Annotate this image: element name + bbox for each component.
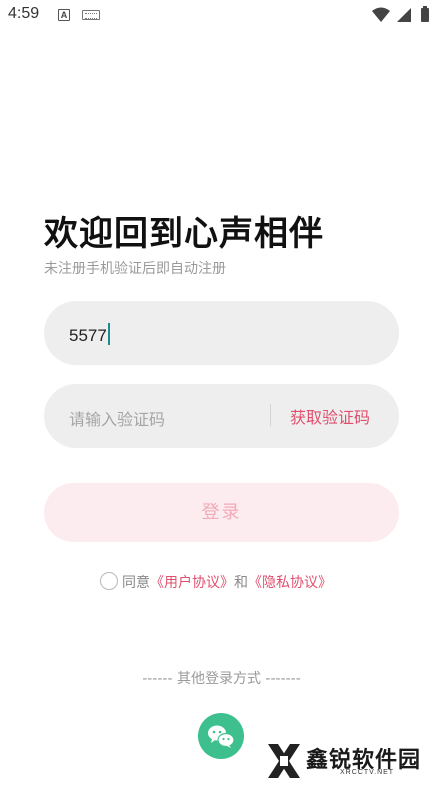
wechat-login-button[interactable] xyxy=(198,713,244,759)
wifi-icon xyxy=(372,7,390,22)
status-time: 4:59 xyxy=(8,5,40,22)
field-divider xyxy=(270,404,271,426)
watermark-sub: XRCCTV.NET xyxy=(340,769,395,776)
phone-input-value: 5577 xyxy=(69,323,110,346)
watermark-logo-icon xyxy=(268,744,300,778)
verification-code-field[interactable]: 请输入验证码 获取验证码 xyxy=(44,384,399,448)
agreement-text: 同意《用户协议》和《隐私协议》 xyxy=(122,572,332,592)
page-title: 欢迎回到心声相伴 xyxy=(44,214,324,254)
a-notification-icon: A xyxy=(58,9,70,21)
cellular-signal-icon xyxy=(397,8,411,22)
status-bar: 4:59 A xyxy=(0,0,443,30)
privacy-agreement-link[interactable]: 《隐私协议》 xyxy=(248,575,332,591)
other-login-title: ------ 其他登录方式 ------- xyxy=(142,671,301,687)
get-code-button[interactable]: 获取验证码 xyxy=(290,404,370,428)
login-button[interactable]: 登录 xyxy=(44,483,399,542)
agreement-and: 和 xyxy=(234,575,248,591)
verification-code-placeholder: 请输入验证码 xyxy=(69,410,166,429)
keyboard-icon xyxy=(82,10,100,20)
phone-input[interactable]: 5577 xyxy=(44,301,399,365)
text-caret xyxy=(107,323,110,345)
battery-icon xyxy=(421,6,429,22)
watermark: 鑫锐软件园 XRCCTV.NET xyxy=(266,740,436,782)
status-icons xyxy=(372,6,429,22)
page-subtitle: 未注册手机验证后即自动注册 xyxy=(44,261,226,277)
user-agreement-link[interactable]: 《用户协议》 xyxy=(150,575,234,591)
agreement-prefix: 同意 xyxy=(122,575,150,591)
wechat-icon xyxy=(208,725,235,748)
agreement-radio[interactable] xyxy=(100,572,118,590)
